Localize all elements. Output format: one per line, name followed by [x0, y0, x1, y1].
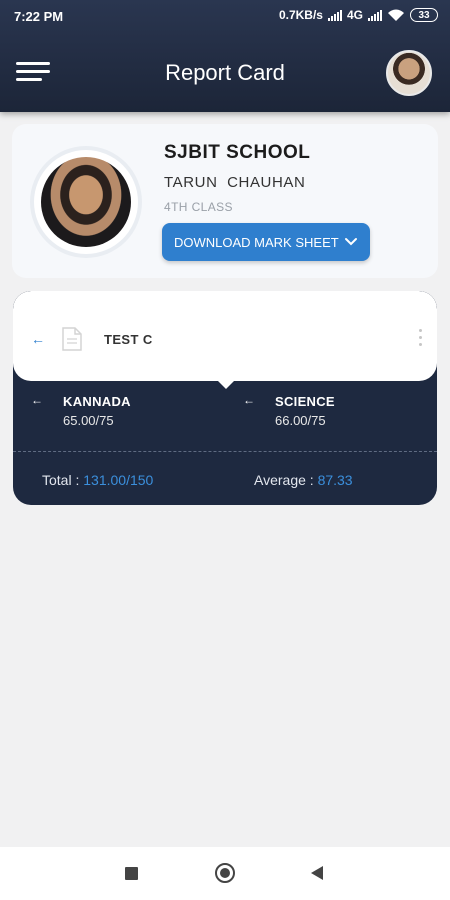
student-photo-frame — [34, 150, 138, 254]
student-name: TARUN CHAUHAN — [164, 174, 306, 191]
subject-name: SCIENCE — [275, 394, 335, 409]
chevron-down-icon — [345, 238, 357, 246]
page-title: Report Card — [165, 60, 285, 85]
school-name: SJBIT SCHOOL — [164, 142, 311, 163]
test-name: TEST C — [104, 332, 153, 347]
network-speed: 0.7KB/s — [278, 8, 323, 22]
status-bar: 7:22 PM 0.7KB/s 4G 33 — [0, 0, 450, 32]
top-bar: 7:22 PM 0.7KB/s 4G 33 Report Card — [0, 0, 450, 112]
signal-icon-2 — [368, 9, 382, 21]
average-marks: Average : 87.33 — [254, 472, 353, 488]
app-bar: Report Card — [0, 32, 450, 112]
arrow-left-icon: ← — [31, 393, 43, 407]
student-profile-card: SJBIT SCHOOL TARUN CHAUHAN 4TH CLASS DOW… — [12, 124, 438, 278]
system-nav-bar — [0, 847, 450, 900]
avatar[interactable] — [386, 50, 432, 96]
dashed-divider — [13, 451, 437, 452]
back-arrow-icon[interactable]: ← — [31, 331, 45, 347]
download-mark-sheet-button[interactable]: DOWNLOAD MARK SHEET — [162, 223, 370, 261]
status-icons: 0.7KB/s 4G 33 — [279, 8, 438, 22]
total-value: 131.00/150 — [83, 472, 154, 488]
average-label: Average : — [254, 472, 318, 488]
test-result-card: ← TEST C ← KANNADA 65.00/75 ← SCIENCE 66… — [13, 291, 437, 505]
network-type: 4G — [346, 8, 363, 22]
student-photo — [41, 157, 131, 247]
battery-icon: 33 — [410, 8, 438, 22]
document-icon — [62, 327, 82, 351]
header-pointer — [214, 377, 238, 389]
home-icon[interactable] — [215, 863, 235, 883]
subject-name: KANNADA — [63, 394, 131, 409]
more-options-icon[interactable] — [419, 329, 423, 347]
wifi-icon — [388, 9, 404, 21]
download-button-label: DOWNLOAD MARK SHEET — [174, 234, 339, 250]
total-marks: Total : 131.00/150 — [42, 472, 153, 488]
arrow-left-icon: ← — [243, 393, 255, 407]
average-value: 87.33 — [317, 472, 353, 488]
class-name: 4TH CLASS — [164, 200, 233, 214]
recents-icon[interactable] — [125, 867, 138, 880]
subject-marks: 65.00/75 — [63, 413, 114, 428]
signal-icon — [327, 9, 342, 21]
total-label: Total : — [42, 472, 84, 488]
status-time: 7:22 PM — [14, 9, 64, 24]
subject-marks: 66.00/75 — [275, 413, 326, 428]
back-icon[interactable] — [311, 866, 323, 880]
test-header[interactable]: ← TEST C — [13, 291, 437, 381]
